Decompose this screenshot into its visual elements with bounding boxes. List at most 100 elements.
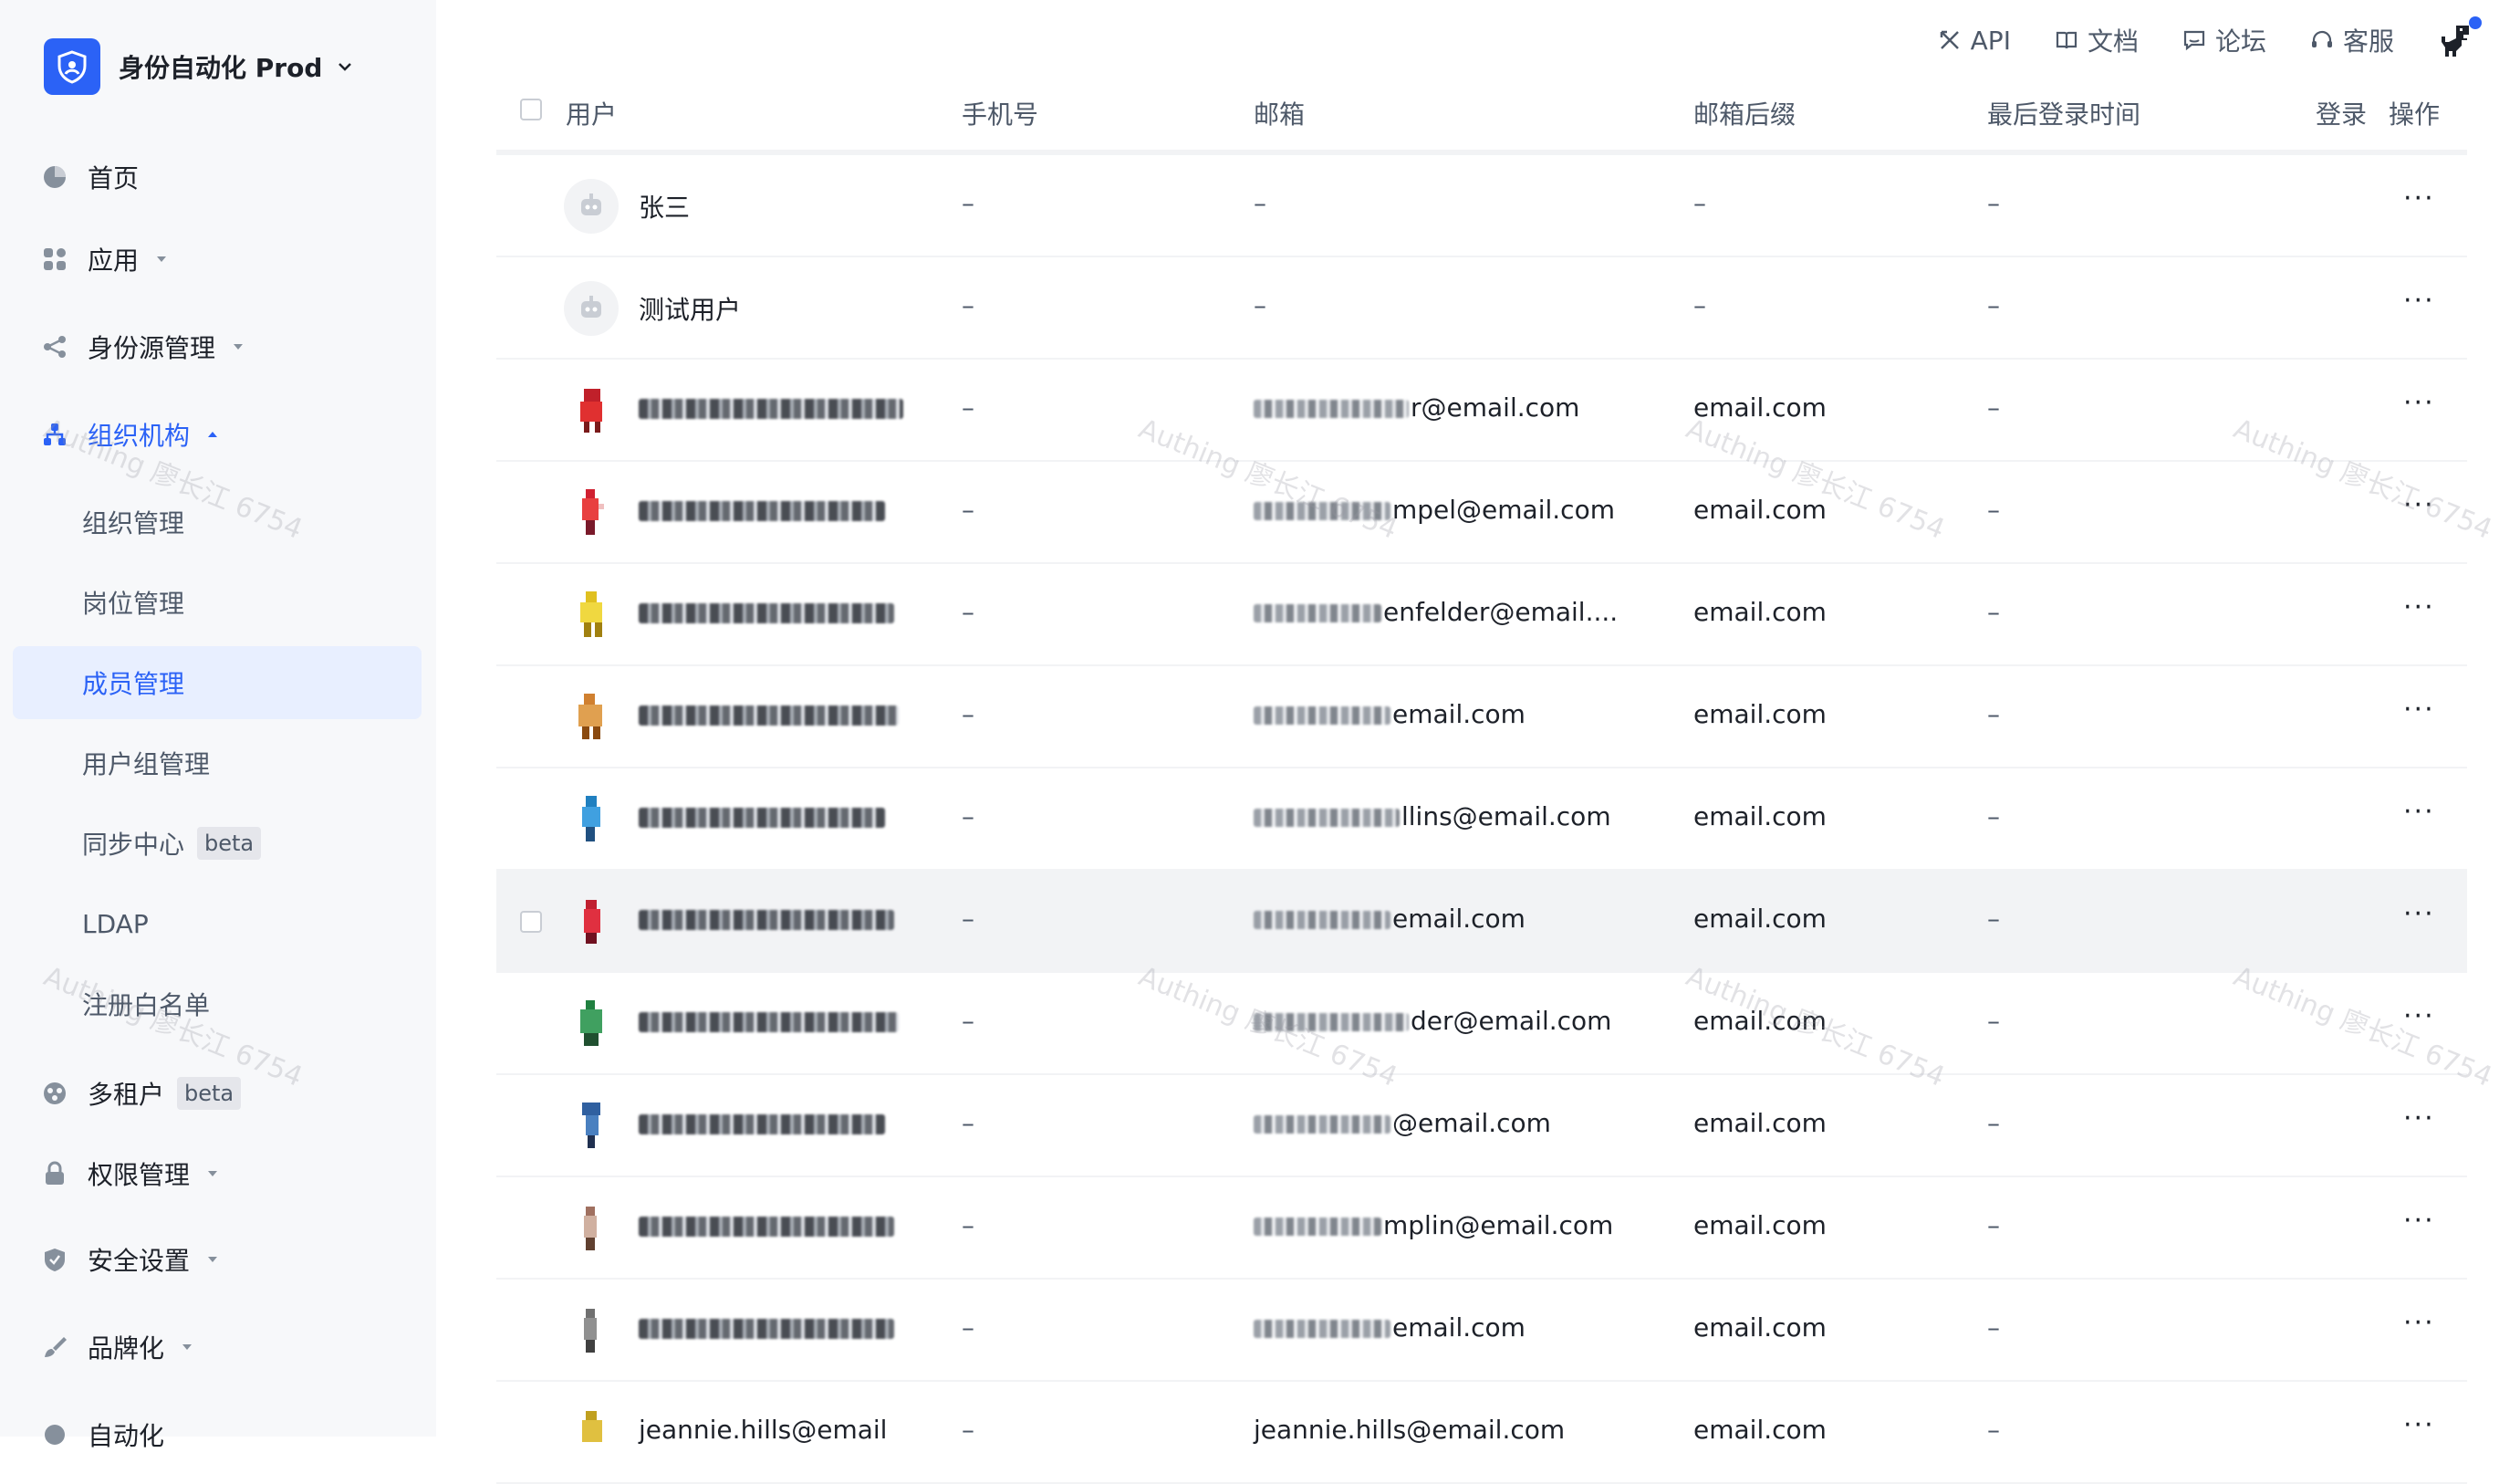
org-switcher[interactable]: 身份自动化 Prod xyxy=(44,38,353,95)
user-name-masked[interactable] xyxy=(639,1108,885,1138)
table-row[interactable]: – r@email.com email.com – ··· xyxy=(496,360,2467,462)
table-row[interactable]: – email.com email.com – ··· xyxy=(496,871,2467,973)
book-icon xyxy=(2056,31,2077,49)
sub-usergroup-manage[interactable]: 用户组管理 xyxy=(13,726,422,799)
user-name-masked[interactable] xyxy=(639,699,899,729)
caret-down-icon xyxy=(182,1344,193,1350)
table-row[interactable]: jeannie.hills@email – jeannie.hills@emai… xyxy=(496,1382,2467,1484)
user-name-masked[interactable] xyxy=(639,801,885,831)
user-name-masked[interactable] xyxy=(639,904,894,934)
table-row[interactable]: 张三 – – – – ··· xyxy=(496,155,2467,257)
notification-dot xyxy=(2469,16,2482,29)
table-row[interactable]: – email.com email.com – ··· xyxy=(496,1280,2467,1382)
email-cell: email.com xyxy=(1254,699,1526,729)
pixel-avatar-icon xyxy=(580,389,602,433)
api-link[interactable]: API xyxy=(1938,26,2011,56)
table-header: 用户 手机号 邮箱 邮箱后缀 最后登录时间 登录 操作 xyxy=(496,64,2467,155)
more-actions-button[interactable]: ··· xyxy=(2403,591,2435,623)
nav-identity-source[interactable]: 身份源管理 xyxy=(42,325,245,369)
table-row[interactable]: – @email.com email.com – ··· xyxy=(496,1075,2467,1177)
forum-link[interactable]: 论坛 xyxy=(2182,22,2266,58)
user-name-masked[interactable] xyxy=(639,392,903,423)
nav-apps-label: 应用 xyxy=(88,246,140,276)
sub-ldap[interactable]: LDAP xyxy=(13,887,422,960)
phone-cell: – xyxy=(962,188,974,218)
nav-home-label: 首页 xyxy=(88,163,140,193)
user-avatar[interactable] xyxy=(2438,16,2482,58)
nav-home[interactable]: 首页 xyxy=(42,155,139,199)
automation-icon xyxy=(42,1422,68,1447)
more-actions-button[interactable]: ··· xyxy=(2403,898,2435,930)
pixel-avatar-icon xyxy=(584,1309,597,1353)
phone-cell: – xyxy=(962,392,974,423)
table-row[interactable]: – enfelder@email.... email.com – ··· xyxy=(496,564,2467,666)
nav-security[interactable]: 安全设置 xyxy=(42,1238,219,1281)
last-login-cell: – xyxy=(1987,597,2000,627)
pixel-avatar-icon xyxy=(582,1103,600,1148)
user-name[interactable]: jeannie.hills@email xyxy=(639,1415,887,1445)
user-name-masked[interactable] xyxy=(639,1210,894,1240)
more-actions-button[interactable]: ··· xyxy=(2403,489,2435,521)
sub-member-manage-label: 成员管理 xyxy=(82,669,185,699)
email-cell: mplin@email.com xyxy=(1254,1210,1613,1240)
last-login-cell: – xyxy=(1987,392,2000,423)
more-actions-button[interactable]: ··· xyxy=(2403,1103,2435,1134)
nav-organization[interactable]: 组织机构 xyxy=(42,413,219,456)
user-name-masked[interactable] xyxy=(639,495,885,525)
phone-cell: – xyxy=(962,699,974,729)
table-row[interactable]: – mpel@email.com email.com – ··· xyxy=(496,462,2467,564)
table-row[interactable]: – email.com email.com – ··· xyxy=(496,666,2467,768)
sub-position-manage[interactable]: 岗位管理 xyxy=(13,566,422,639)
email-suffix-cell: email.com xyxy=(1693,1006,1827,1036)
sub-register-whitelist[interactable]: 注册白名单 xyxy=(13,967,422,1040)
phone-cell: – xyxy=(962,904,974,934)
table-row[interactable]: – mplin@email.com email.com – ··· xyxy=(496,1177,2467,1280)
more-actions-button[interactable]: ··· xyxy=(2403,694,2435,726)
user-name-masked[interactable] xyxy=(639,597,894,627)
header-actions: 操作 xyxy=(2389,99,2441,130)
header-email: 邮箱 xyxy=(1254,99,1306,130)
nav-branding[interactable]: 品牌化 xyxy=(42,1325,193,1369)
user-name-masked[interactable] xyxy=(639,1312,894,1343)
pie-chart-icon xyxy=(42,164,68,190)
email-cell: llins@email.com xyxy=(1254,801,1611,831)
nav-permission[interactable]: 权限管理 xyxy=(42,1152,219,1196)
more-actions-button[interactable]: ··· xyxy=(2403,796,2435,828)
sub-sync-center[interactable]: 同步中心 beta xyxy=(13,807,422,880)
email-cell: r@email.com xyxy=(1254,392,1579,423)
more-actions-button[interactable]: ··· xyxy=(2403,1307,2435,1339)
table-row[interactable]: 测试用户 – – – – ··· xyxy=(496,257,2467,360)
more-actions-button[interactable]: ··· xyxy=(2403,1000,2435,1032)
chat-icon xyxy=(2183,30,2205,51)
beta-badge: beta xyxy=(177,1077,242,1110)
docs-link[interactable]: 文档 xyxy=(2055,22,2139,58)
more-actions-button[interactable]: ··· xyxy=(2403,1205,2435,1237)
caret-down-icon xyxy=(208,1257,218,1262)
support-link[interactable]: 客服 xyxy=(2310,22,2394,58)
nav-automation-label: 自动化 xyxy=(88,1421,165,1451)
sub-org-manage[interactable]: 组织管理 xyxy=(13,486,422,559)
user-name[interactable]: 张三 xyxy=(639,188,690,225)
last-login-cell: – xyxy=(1987,1415,2000,1445)
more-actions-button[interactable]: ··· xyxy=(2403,183,2435,214)
header-last-login: 最后登录时间 xyxy=(1987,99,2141,130)
user-name[interactable]: 测试用户 xyxy=(639,290,741,327)
select-all-checkbox[interactable] xyxy=(520,99,542,120)
nav-automation[interactable]: 自动化 xyxy=(42,1413,164,1457)
nav-apps[interactable]: 应用 xyxy=(42,237,168,281)
row-checkbox[interactable] xyxy=(520,911,542,933)
header-login: 登录 xyxy=(2316,99,2368,130)
nav-multi-tenant[interactable]: 多租户 beta xyxy=(42,1071,242,1115)
dino-avatar-icon xyxy=(2442,26,2469,57)
more-actions-button[interactable]: ··· xyxy=(2403,387,2435,419)
chevron-down-icon xyxy=(338,63,352,71)
email-suffix-cell: email.com xyxy=(1693,1108,1827,1138)
phone-cell: – xyxy=(962,1108,974,1138)
sub-position-manage-label: 岗位管理 xyxy=(82,589,185,619)
table-row[interactable]: – der@email.com email.com – ··· xyxy=(496,973,2467,1075)
sub-member-manage[interactable]: 成员管理 xyxy=(13,646,422,719)
docs-label: 文档 xyxy=(2087,26,2139,57)
more-actions-button[interactable]: ··· xyxy=(2403,285,2435,317)
table-row[interactable]: – llins@email.com email.com – ··· xyxy=(496,768,2467,871)
user-name-masked[interactable] xyxy=(639,1006,899,1036)
